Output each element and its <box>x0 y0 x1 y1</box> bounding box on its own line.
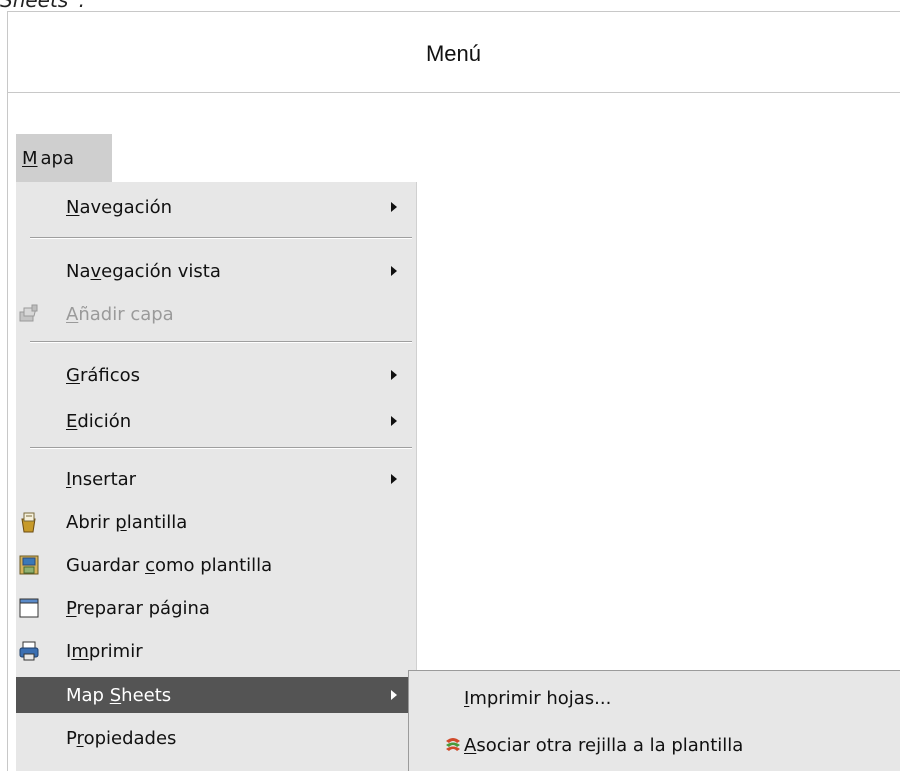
menu-item-label: Edición <box>66 410 132 432</box>
menu-item-propiedades[interactable]: Propiedades <box>16 720 416 756</box>
menu-item-label: Insertar <box>66 468 137 490</box>
grid-icon <box>446 738 460 751</box>
submenu-arrow-icon <box>391 474 397 484</box>
submenu-arrow-icon <box>391 416 397 426</box>
submenu-item-label: Imprimir hojas... <box>464 687 612 709</box>
submenu-arrow-icon <box>391 202 397 212</box>
menu-separator <box>30 237 412 239</box>
submenu-item-label: Asociar otra rejilla a la plantilla <box>464 734 744 756</box>
menu-item-abrir-plantilla[interactable]: Abrir plantilla <box>16 504 416 540</box>
menu-item-label: Map Sheets <box>66 684 172 706</box>
table-header-label: Menú <box>425 40 482 66</box>
menu-item-label: Añadir capa <box>66 303 174 325</box>
menubar-item-label: Mapa <box>22 147 75 169</box>
submenu-item-imprimir-hojas[interactable]: Imprimir hojas... <box>409 680 900 716</box>
menu-item-map-sheets[interactable]: Map Sheets <box>16 677 416 713</box>
menu-item-navegacion[interactable]: Navegación <box>16 189 416 225</box>
menu-item-preparar-pagina[interactable]: Preparar página <box>16 590 416 626</box>
menu-item-label: Preparar página <box>66 597 210 619</box>
menu-item-label: Navegación <box>66 196 172 218</box>
map-sheets-submenu: Imprimir hojas... Asociar otra rejilla a… <box>408 670 900 771</box>
table-header: Menú <box>7 11 900 93</box>
menu-item-label: Imprimir <box>66 640 143 662</box>
menu-item-graficos[interactable]: Gráficos <box>16 357 416 393</box>
save-template-icon <box>19 555 39 575</box>
page-setup-icon <box>19 598 39 618</box>
submenu-item-asociar-rejilla[interactable]: Asociar otra rejilla a la plantilla <box>409 727 900 763</box>
submenu-arrow-icon <box>391 690 397 700</box>
print-icon <box>19 641 39 661</box>
menu-item-imprimir[interactable]: Imprimir <box>16 633 416 669</box>
menu-item-label: Navegación vista <box>66 260 221 282</box>
menu-separator <box>30 447 412 449</box>
menu-item-edicion[interactable]: Edición <box>16 403 416 439</box>
add-layer-icon <box>19 304 38 322</box>
menu-item-insertar[interactable]: Insertar <box>16 461 416 497</box>
menubar-item-mapa[interactable]: Mapa <box>16 134 112 182</box>
menu-item-label: Gráficos <box>66 364 141 386</box>
dropdown-menu: Navegación Navegación vista Añadir capa … <box>16 182 416 771</box>
submenu-arrow-icon <box>391 370 397 380</box>
menu-item-guardar-como-plantilla[interactable]: Guardar como plantilla <box>16 547 416 583</box>
menu-item-label: Propiedades <box>66 727 177 749</box>
menu-item-navegacion-vista[interactable]: Navegación vista <box>16 253 416 289</box>
submenu-arrow-icon <box>391 266 397 276</box>
open-template-icon <box>21 512 36 533</box>
menu-item-label: Guardar como plantilla <box>66 554 273 576</box>
menu-item-label: Abrir plantilla <box>66 511 188 533</box>
menu-item-anadir-capa[interactable]: Añadir capa <box>16 296 416 332</box>
menu-separator <box>30 341 412 343</box>
